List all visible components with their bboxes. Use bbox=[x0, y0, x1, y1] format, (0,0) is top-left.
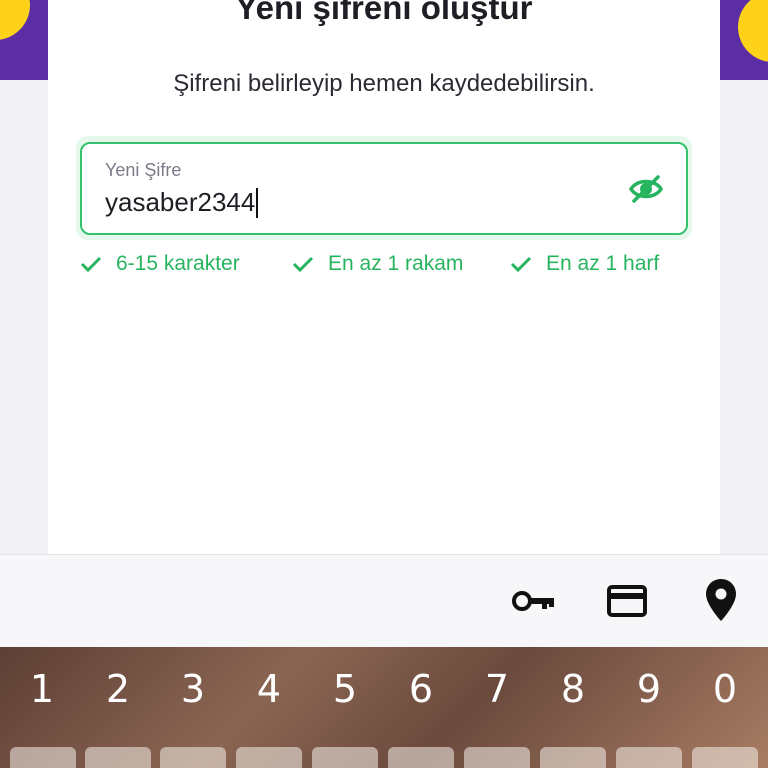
page-subtitle: Şifreni belirleyip hemen kaydedebilirsin… bbox=[173, 70, 595, 97]
new-password-field[interactable]: Yeni Şifre yasaber2344 bbox=[80, 142, 688, 235]
key-7[interactable]: 7 bbox=[477, 667, 517, 711]
rule-digit: En az 1 rakam bbox=[292, 252, 463, 276]
key-6[interactable]: 6 bbox=[401, 667, 441, 711]
key-icon[interactable] bbox=[510, 581, 556, 626]
keyboard-key[interactable] bbox=[616, 747, 682, 768]
key-1[interactable]: 1 bbox=[22, 667, 62, 711]
keyboard-key[interactable] bbox=[464, 747, 530, 768]
decor-circle bbox=[738, 0, 768, 62]
key-2[interactable]: 2 bbox=[98, 667, 138, 711]
keyboard-key[interactable] bbox=[540, 747, 606, 768]
password-field-focus-ring: Yeni Şifre yasaber2344 bbox=[76, 136, 692, 240]
key-8[interactable]: 8 bbox=[553, 667, 593, 711]
check-icon bbox=[510, 256, 532, 273]
location-pin-icon[interactable] bbox=[704, 577, 738, 628]
eye-off-icon[interactable] bbox=[628, 174, 664, 204]
letter-row bbox=[0, 747, 768, 768]
keyboard-key[interactable] bbox=[85, 747, 151, 768]
rule-letter: En az 1 harf bbox=[510, 252, 659, 276]
text-caret bbox=[256, 187, 259, 218]
autofill-toolbar bbox=[0, 554, 768, 648]
keyboard-key[interactable] bbox=[236, 747, 302, 768]
rule-digit-text: En az 1 rakam bbox=[328, 252, 464, 275]
check-icon bbox=[292, 256, 314, 273]
number-row: 1 2 3 4 5 6 7 8 9 0 bbox=[0, 667, 768, 715]
new-password-label: Yeni Şifre bbox=[105, 160, 182, 180]
key-9[interactable]: 9 bbox=[629, 667, 669, 711]
rule-letter-text: En az 1 harf bbox=[546, 252, 660, 275]
keyboard-key[interactable] bbox=[388, 747, 454, 768]
key-0[interactable]: 0 bbox=[705, 667, 745, 711]
password-card: Yeni şifreni oluştur Şifreni belirleyip … bbox=[48, 0, 720, 554]
rule-length: 6-15 karakter bbox=[80, 252, 240, 276]
key-3[interactable]: 3 bbox=[173, 667, 213, 711]
rule-length-text: 6-15 karakter bbox=[116, 252, 240, 275]
page-title: Yeni şifreni oluştur bbox=[235, 0, 533, 26]
keyboard-key[interactable] bbox=[312, 747, 378, 768]
right-decor-panel bbox=[720, 0, 768, 80]
credit-card-icon[interactable] bbox=[606, 581, 648, 626]
check-icon bbox=[80, 256, 102, 273]
new-password-value: yasaber2344 bbox=[105, 187, 256, 217]
new-password-input[interactable]: yasaber2344 bbox=[105, 187, 259, 218]
soft-keyboard: 1 2 3 4 5 6 7 8 9 0 bbox=[0, 647, 768, 768]
keyboard-key[interactable] bbox=[10, 747, 76, 768]
key-4[interactable]: 4 bbox=[249, 667, 289, 711]
keyboard-key[interactable] bbox=[692, 747, 758, 768]
decor-circle bbox=[0, 0, 30, 40]
left-decor-panel bbox=[0, 0, 48, 80]
password-rules: 6-15 karakter En az 1 rakam En az 1 harf bbox=[80, 252, 700, 282]
keyboard-key[interactable] bbox=[160, 747, 226, 768]
key-5[interactable]: 5 bbox=[325, 667, 365, 711]
